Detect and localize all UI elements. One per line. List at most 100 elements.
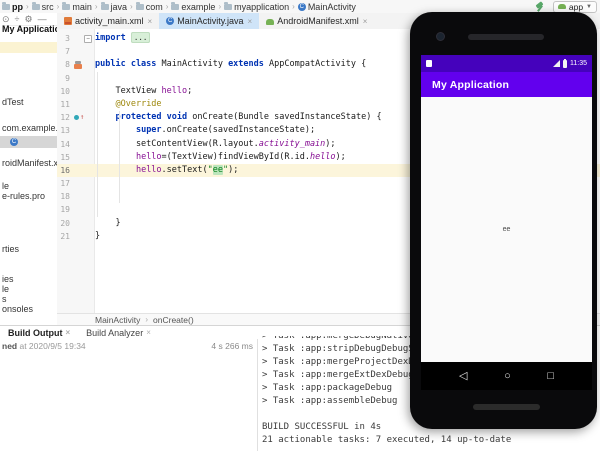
indent-guide [119,111,120,203]
gutter [70,230,94,243]
build-panel-tabs: Build Output × Build Analyzer × [0,326,159,339]
code-text: } [94,230,100,243]
run-config-label: app [569,2,583,12]
gutter [70,217,94,230]
tree-item[interactable]: com.example.myap [0,123,57,134]
gutter [70,124,94,137]
front-camera [436,32,445,41]
run-class-icon[interactable] [74,61,82,69]
gutter: − [70,32,94,45]
indent-guide [97,72,98,217]
emulator-screen[interactable]: 11:35 My Application ee ◁ ○ □ [421,55,592,390]
gutter [70,85,94,98]
breadcrumb-separator: › [130,2,133,11]
code-text: hello=(TextView)findViewById(R.id.hello)… [94,151,346,164]
back-icon[interactable]: ◁ [459,371,467,382]
tree-item[interactable] [0,42,57,53]
gutter [70,72,94,85]
code-text: public class MainActivity extends AppCom… [94,58,366,71]
breadcrumb-item[interactable]: myapplication [234,2,289,12]
line-number: 19 [57,203,70,216]
tree-item[interactable]: My Application] [0,24,57,35]
gutter [70,203,94,216]
line-number: 15 [57,151,70,164]
android-file-icon [266,19,274,25]
folder-icon [62,4,70,10]
close-icon[interactable]: × [146,328,151,337]
line-number: 18 [57,190,70,203]
project-panel: ⊙ ÷ ⚙ — My Application] dTest com.example.mya… [0,13,58,325]
status-bar-time: 11:35 [570,60,587,67]
code-text: protected void onCreate(Bundle savedInst… [94,111,382,124]
line-number: 8 [57,58,70,71]
close-icon[interactable]: × [65,328,70,337]
line-number: 20 [57,217,70,230]
tab-label: AndroidManifest.xml [277,16,359,26]
tree-item[interactable]: e-rules.pro [0,191,57,202]
tree-item[interactable]: onsoles [0,304,57,315]
breadcrumb-item[interactable]: MainActivity [308,2,356,12]
hello-textview: ee [503,226,511,233]
line-number: 17 [57,177,70,190]
code-text: @Override [94,98,162,111]
breadcrumb-item[interactable]: java [111,2,128,12]
battery-icon [563,60,567,68]
breadcrumb-method[interactable]: onCreate() [153,315,194,325]
bottom-speaker [473,404,540,410]
code-text [94,177,95,190]
settings-gear-icon[interactable]: ⚙ [25,14,33,25]
tab-label: MainActivity.java [177,16,243,26]
close-icon[interactable]: × [363,17,368,26]
override-marker-icon[interactable]: ↑ [74,114,84,121]
run-config-chip[interactable]: app ▼ [553,1,597,13]
fold-toggle-icon[interactable]: − [84,35,92,43]
breadcrumb-item[interactable]: pp [12,2,23,12]
tab-mainactivity-java[interactable]: CMainActivity.java × [159,13,259,29]
override-dot [74,115,79,120]
line-number: 13 [57,124,70,137]
xml-file-icon [64,17,72,25]
tab-build-analyzer-label: Build Analyzer [86,328,143,338]
collapse-icon[interactable]: ÷ [15,14,20,24]
close-icon[interactable]: × [148,17,153,26]
build-panel-divider [257,339,258,451]
tab-androidmanifest-xml[interactable]: AndroidManifest.xml × [259,13,374,29]
tab-build-analyzer[interactable]: Build Analyzer × [78,326,159,339]
notification-icon [426,60,432,67]
tree-item[interactable]: roidManifest.xml [0,158,57,169]
override-arrow: ↑ [80,114,84,121]
locate-icon[interactable]: ⊙ [2,14,10,25]
signal-icon [553,60,560,67]
folder-icon [136,4,144,10]
breadcrumb-item[interactable]: main [72,2,92,12]
folder-icon [32,4,40,10]
line-number: 21 [57,230,70,243]
breadcrumb-separator: › [166,2,169,11]
breadcrumb-item[interactable]: com [146,2,163,12]
gutter [70,138,94,151]
folder-icon [2,4,10,10]
recents-icon[interactable]: □ [547,371,554,382]
breadcrumb-class[interactable]: MainActivity [95,315,140,325]
line-number: 10 [57,85,70,98]
earpiece-speaker [468,34,544,40]
code-text [94,45,95,58]
line-number: 7 [57,45,70,58]
breadcrumb-item[interactable]: src [42,2,54,12]
hide-panel-icon[interactable]: — [38,14,47,24]
java-file-icon: C [166,17,174,25]
code-text: } [94,217,121,230]
breadcrumb-item[interactable]: example [181,2,215,12]
home-icon[interactable]: ○ [504,371,511,382]
gutter [70,177,94,190]
tab-activity_main-xml[interactable]: activity_main.xml× [57,13,159,29]
tree-item[interactable]: dTest [0,97,57,108]
line-number: 16 [57,164,70,177]
code-text [94,203,95,216]
close-icon[interactable]: × [248,17,253,26]
tab-build-output[interactable]: Build Output × [0,326,78,339]
build-hammer-icon[interactable] [535,1,546,12]
app-content: ee [421,97,592,362]
tree-item[interactable]: rties [0,244,57,255]
tree-item[interactable]: C [0,136,57,148]
